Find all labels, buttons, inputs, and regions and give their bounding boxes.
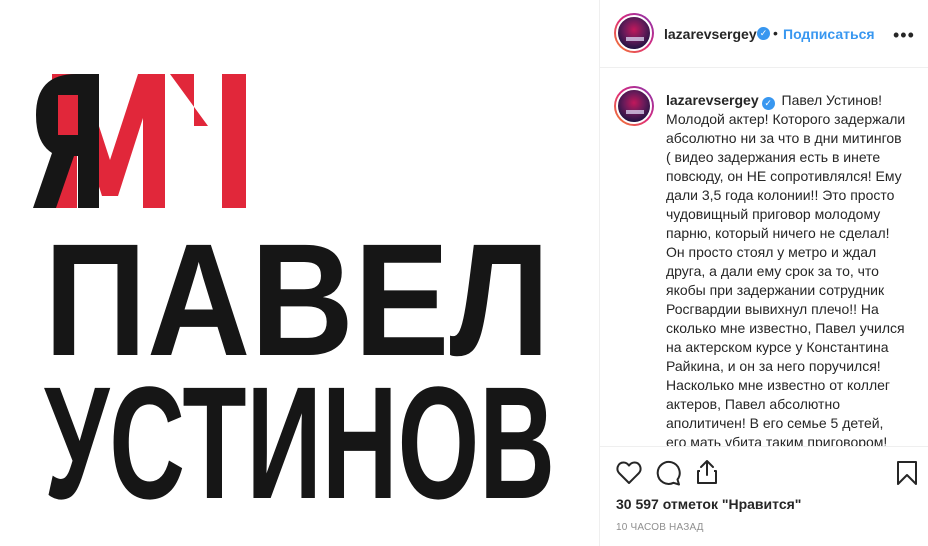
caption-text: lazarevsergey ✓ Павел Устинов! Молодой ак… <box>666 91 906 446</box>
heart-icon[interactable] <box>616 461 642 485</box>
post-image[interactable]: ПАВЕЛ УСТИНОВ <box>0 0 599 546</box>
username-link[interactable]: lazarevsergey <box>664 26 757 42</box>
caption-body: Павел Устинов! Молодой актер! Которого з… <box>666 92 906 446</box>
caption-avatar-image <box>616 88 652 124</box>
caption-username[interactable]: lazarevsergey <box>666 92 759 108</box>
poster-top-word <box>33 74 246 208</box>
actions-bar: 30 597 отметок "Нравится" 10 ЧАСОВ НАЗАД <box>600 446 928 546</box>
separator-dot: • <box>773 25 778 41</box>
caption-avatar[interactable] <box>614 86 654 126</box>
post-timestamp[interactable]: 10 ЧАСОВ НАЗАД <box>616 522 704 533</box>
bookmark-icon[interactable] <box>896 460 918 486</box>
avatar[interactable] <box>614 13 654 53</box>
post-header: lazarevsergey ✓ • Подписаться ••• <box>600 0 928 68</box>
comment-icon[interactable] <box>655 460 681 486</box>
likes-count[interactable]: 30 597 отметок "Нравится" <box>616 496 801 512</box>
poster-graphic: ПАВЕЛ УСТИНОВ <box>33 74 555 532</box>
verified-badge-icon: ✓ <box>757 27 770 40</box>
follow-button[interactable]: Подписаться <box>783 26 875 42</box>
caption-verified-icon: ✓ <box>761 97 775 110</box>
post-sidebar: lazarevsergey ✓ • Подписаться ••• lazare… <box>599 0 928 546</box>
comments-area[interactable]: lazarevsergey ✓ Павел Устинов! Молодой ак… <box>600 68 928 446</box>
avatar-image <box>616 15 652 51</box>
share-icon[interactable] <box>695 459 719 485</box>
instagram-post: ПАВЕЛ УСТИНОВ lazarevsergey ✓ • Подписат… <box>0 0 928 546</box>
more-options-icon[interactable]: ••• <box>893 26 915 44</box>
poster-line-2: УСТИНОВ <box>44 353 555 532</box>
